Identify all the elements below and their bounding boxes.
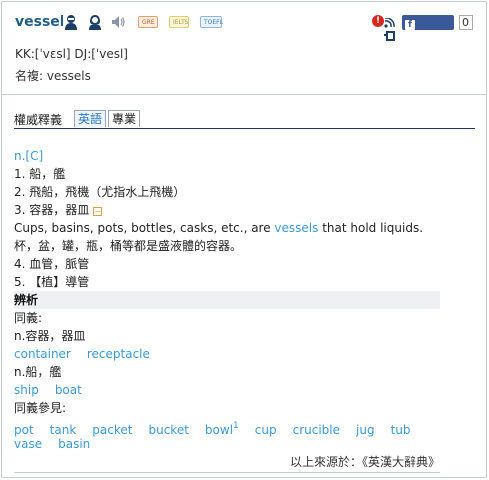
- see-also-link[interactable]: jug: [356, 423, 375, 437]
- toefl-badge[interactable]: TOEFL: [200, 16, 223, 28]
- see-also-row-2: vase basin: [14, 435, 440, 453]
- source-attribution: 以上來源於：《英漢大辭典》: [289, 455, 440, 469]
- see-also-link[interactable]: basin: [58, 437, 90, 451]
- gre-badge[interactable]: GRE: [138, 16, 158, 28]
- sense-1: 1. 船，艦: [14, 167, 66, 181]
- see-also-label: 同義參見:: [14, 401, 67, 415]
- synonym-link[interactable]: ship: [14, 383, 39, 397]
- tabs-label: 權威釋義: [14, 113, 63, 127]
- definition-tabs: 權威釋義 英語 專業: [14, 110, 475, 129]
- synonym-group-2-label: n.船，艦: [14, 365, 62, 379]
- homograph-number: 1: [233, 421, 239, 431]
- synonym-group-1-label: n.容器，器皿: [14, 329, 86, 343]
- see-also-link[interactable]: cup: [255, 423, 277, 437]
- see-also-link[interactable]: vase: [14, 437, 42, 451]
- headword: vessel: [15, 14, 65, 30]
- man-voice-icon[interactable]: [63, 14, 79, 30]
- analysis-heading: 辨析: [14, 291, 440, 309]
- example-link[interactable]: vessels: [274, 221, 318, 235]
- see-also-link[interactable]: bowl1: [205, 421, 239, 437]
- synonym-link[interactable]: container: [14, 347, 71, 361]
- divider: [14, 472, 440, 473]
- part-of-speech: n.[C]: [14, 149, 44, 163]
- sense-2: 2. 飛船，飛機（尤指水上飛機）: [14, 185, 186, 199]
- see-also-link[interactable]: tub: [391, 423, 411, 437]
- share-count: 0: [459, 15, 473, 30]
- see-also-row-1: pot tank packet bucket bowl1 cup crucible jug tu…: [14, 417, 440, 437]
- rss-icon[interactable]: [383, 18, 399, 42]
- synonym-link[interactable]: receptacle: [87, 347, 150, 361]
- ielts-badge[interactable]: IELTS: [169, 16, 189, 28]
- sense-4: 4. 血管，脈管: [14, 257, 90, 271]
- synonym-group-2: ship boat: [14, 381, 440, 399]
- speaker-icon[interactable]: [110, 14, 126, 30]
- facebook-icon: f: [405, 20, 415, 30]
- woman-voice-icon[interactable]: [87, 14, 103, 30]
- sense-5: 5. 【植】導管: [14, 275, 90, 289]
- synonyms-label: 同義:: [14, 311, 43, 325]
- tab-professional[interactable]: 專業: [108, 110, 141, 127]
- example-translation: 杯，盆，罐，瓶，桶等都是盛液體的容器。: [14, 239, 243, 253]
- facebook-share-button[interactable]: fShare: [402, 15, 454, 44]
- phonetic: KK:[ˈvɛsl] DJ:[ˈvesl]: [15, 47, 128, 61]
- sense-3: 3. 容器，器皿 −: [14, 203, 103, 217]
- see-also-link[interactable]: bucket: [148, 423, 188, 437]
- definition-content: n.[C] 1. 船，艦 2. 飛船，飛機（尤指水上飛機） 3. 容器，器皿 − …: [14, 147, 440, 453]
- collapse-icon[interactable]: −: [93, 207, 103, 216]
- see-also-link[interactable]: crucible: [293, 423, 340, 437]
- synonym-link[interactable]: boat: [55, 383, 82, 397]
- example-sentence: Cups, basins, pots, bottles, casks, etc.…: [14, 221, 424, 235]
- word-header: vessel GRE IELTS TOEFL ! fShare 0 KK:[ˈv…: [2, 2, 486, 95]
- plural-form: 名複: vessels: [15, 69, 91, 83]
- tab-english[interactable]: 英語: [74, 110, 107, 127]
- synonym-group-1: container receptacle: [14, 345, 440, 363]
